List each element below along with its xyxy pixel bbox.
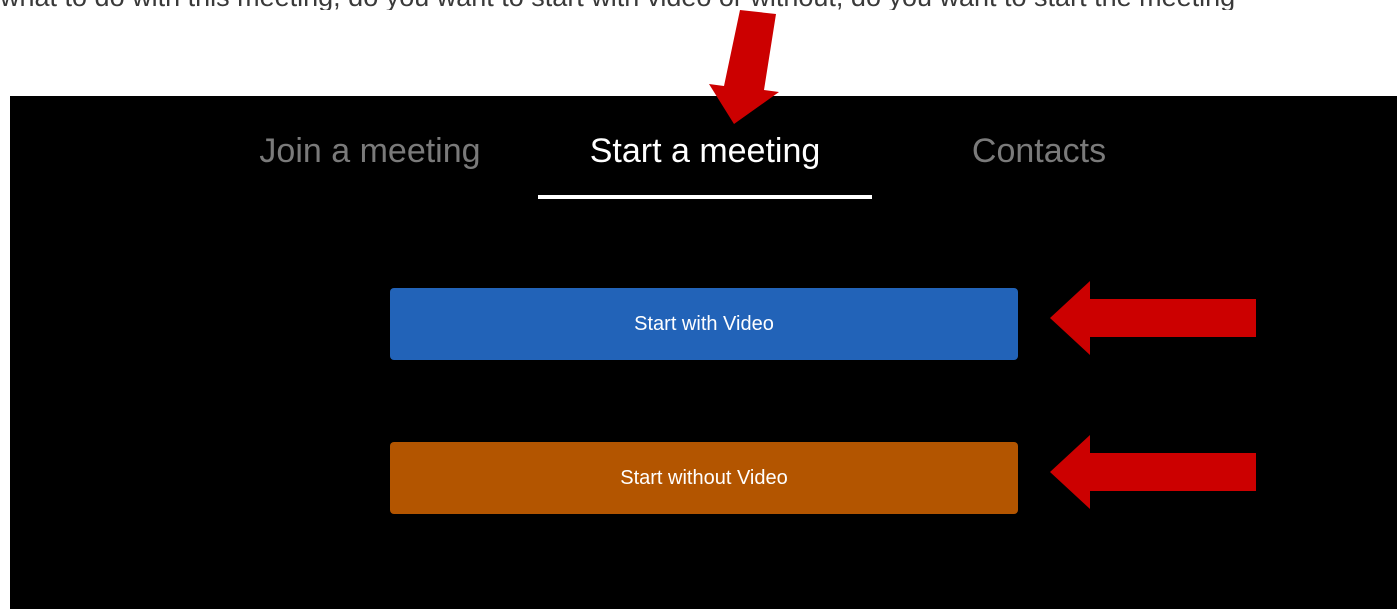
tab-contacts[interactable]: Contacts [930,128,1148,174]
start-with-video-button[interactable]: Start with Video [390,288,1018,360]
active-tab-indicator [538,195,872,199]
tab-join-a-meeting[interactable]: Join a meeting [230,128,510,174]
cropped-caption-text: what to do with this meeting, do you wan… [0,0,1397,10]
tab-start-a-meeting[interactable]: Start a meeting [538,128,872,174]
start-without-video-button[interactable]: Start without Video [390,442,1018,514]
page: what to do with this meeting, do you wan… [0,0,1397,609]
